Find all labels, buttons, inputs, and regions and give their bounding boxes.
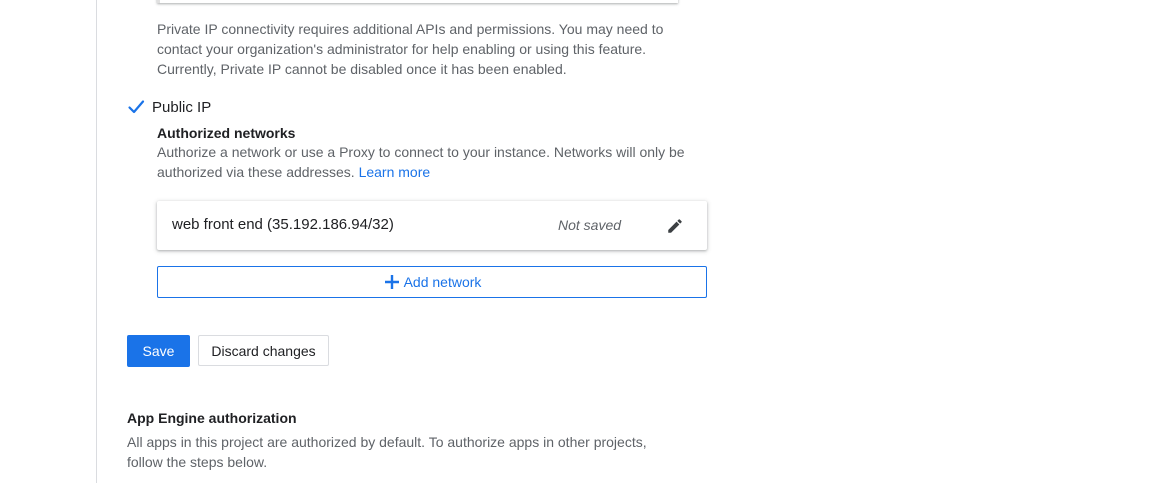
edit-network-button[interactable] — [663, 214, 687, 238]
plus-icon — [383, 273, 401, 291]
panel-divider — [96, 0, 97, 483]
save-button[interactable]: Save — [127, 335, 190, 367]
add-network-label: Add network — [403, 274, 482, 290]
network-item: web front end (35.192.186.94/32) Not sav… — [157, 201, 707, 250]
public-ip-option[interactable]: Public IP — [127, 97, 211, 117]
app-engine-title: App Engine authorization — [127, 410, 297, 426]
discard-changes-button[interactable]: Discard changes — [198, 335, 329, 366]
public-ip-checkbox[interactable] — [127, 98, 145, 116]
connections-settings-page: Private IP connectivity requires additio… — [0, 0, 1170, 483]
network-status: Not saved — [558, 217, 622, 233]
private-ip-card-edge — [157, 0, 678, 3]
app-engine-description: All apps in this project are authorized … — [127, 434, 647, 470]
private-ip-note: Private IP connectivity requires additio… — [157, 21, 664, 77]
check-icon — [128, 100, 145, 114]
network-name: web front end (35.192.186.94/32) — [172, 216, 394, 233]
public-ip-label: Public IP — [152, 98, 212, 116]
learn-more-link[interactable]: Learn more — [359, 164, 431, 180]
add-network-button[interactable]: Add network — [157, 266, 707, 298]
authorized-networks-description: Authorize a network or use a Proxy to co… — [157, 142, 687, 182]
pencil-icon — [668, 219, 682, 233]
authorized-networks-title: Authorized networks — [157, 125, 296, 141]
